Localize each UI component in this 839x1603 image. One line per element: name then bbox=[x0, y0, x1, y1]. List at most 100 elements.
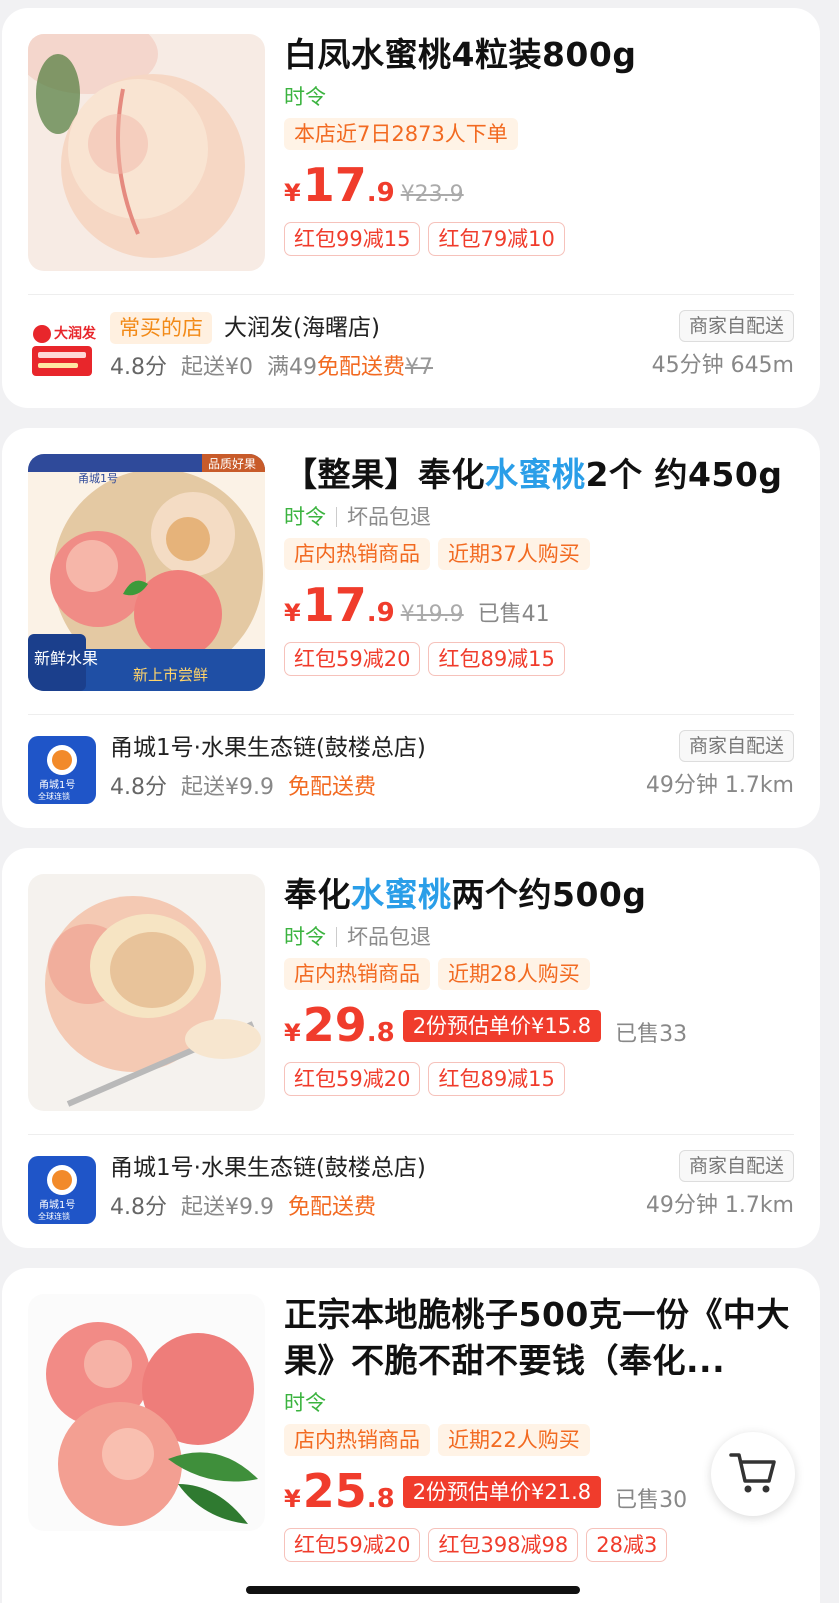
coupon-tag[interactable]: 红包99减15 bbox=[284, 222, 421, 256]
title-part: 【整果】奉化 bbox=[284, 455, 485, 494]
title-part: 奉化 bbox=[284, 875, 351, 914]
logo-text: 甬城1号 bbox=[39, 779, 75, 791]
quality-badge-text: 品质好果 bbox=[208, 457, 256, 471]
title-highlight: 水蜜桃 bbox=[485, 455, 586, 494]
sales-tag: 近期37人购买 bbox=[438, 538, 590, 570]
seasonal-tag: 时令 bbox=[284, 925, 326, 949]
seasonal-tag: 时令 bbox=[284, 85, 326, 109]
currency-symbol: ¥ bbox=[284, 599, 301, 627]
price-integer: 29 bbox=[302, 998, 367, 1052]
store-score: 4.8分 bbox=[110, 1195, 167, 1220]
store-name[interactable]: 甬城1号·水果生态链(鼓楼总店) bbox=[110, 730, 426, 766]
currency-symbol: ¥ bbox=[284, 1485, 301, 1513]
delivery-type-badge: 商家自配送 bbox=[678, 310, 794, 342]
store-logo: 大润发 bbox=[28, 316, 96, 384]
sales-tag: 近期28人购买 bbox=[438, 958, 590, 990]
product-image-peach[interactable] bbox=[28, 1294, 265, 1531]
refund-tag: 坏品包退 bbox=[347, 505, 431, 529]
sold-count: 已售30 bbox=[615, 1488, 688, 1513]
product-title[interactable]: 白凤水蜜桃4粒装800g bbox=[284, 32, 800, 78]
coupon-tag[interactable]: 红包59减20 bbox=[284, 642, 421, 676]
coupon-tag[interactable]: 红包89减15 bbox=[428, 1062, 565, 1096]
price-row: ¥ 29 .8 2份预估单价¥15.8 已售33 bbox=[284, 1000, 800, 1052]
delivery-type-badge: 商家自配送 bbox=[678, 1150, 794, 1182]
hot-tag: 店内热销商品 bbox=[284, 1424, 430, 1456]
price-decimal: .9 bbox=[366, 178, 395, 208]
sales-tag: 本店近7日2873人下单 bbox=[284, 118, 518, 150]
store-row[interactable]: 甬城1号 全球连锁 甬城1号·水果生态链(鼓楼总店) 4.8分 起送¥9.9 免… bbox=[28, 730, 794, 810]
price-integer: 17 bbox=[302, 158, 367, 212]
product-card[interactable]: 正宗本地脆桃子500克一份《中大果》不脆不甜不要钱（奉化... 时令 店内热销商… bbox=[2, 1268, 820, 1603]
price-row: ¥ 17 .9 ¥19.9 已售41 bbox=[284, 580, 800, 632]
product-card[interactable]: 白凤水蜜桃4粒装800g 时令 本店近7日2873人下单 ¥ 17 .9 ¥23… bbox=[2, 8, 820, 408]
product-image-peach[interactable] bbox=[28, 34, 265, 271]
separator bbox=[336, 507, 337, 527]
logo-sub: 全球连锁 bbox=[38, 1211, 70, 1221]
price-decimal: .8 bbox=[366, 1484, 395, 1514]
product-image-peach[interactable] bbox=[28, 874, 265, 1111]
store-name[interactable]: 大润发(海曙店) bbox=[224, 310, 380, 346]
product-title[interactable]: 奉化水蜜桃两个约500g bbox=[284, 872, 800, 918]
delivery-type-badge: 商家自配送 bbox=[678, 730, 794, 762]
separator bbox=[336, 927, 337, 947]
hot-tag: 店内热销商品 bbox=[284, 538, 430, 570]
fee-prefix: 满49 bbox=[267, 355, 317, 380]
logo-sub: 全球连锁 bbox=[38, 791, 70, 801]
often-bought-tag: 常买的店 bbox=[110, 312, 212, 344]
title-part: 两个约500g bbox=[451, 875, 647, 914]
free-delivery: 免配送费 bbox=[317, 355, 406, 380]
home-indicator[interactable] bbox=[246, 1586, 580, 1594]
price-integer: 17 bbox=[302, 578, 367, 632]
coupon-tag[interactable]: 红包89减15 bbox=[428, 642, 565, 676]
store-score: 4.8分 bbox=[110, 355, 167, 380]
delivery-eta: 49分钟 1.7km bbox=[645, 1193, 794, 1218]
coupon-tag[interactable]: 红包59减20 bbox=[284, 1528, 421, 1562]
store-name[interactable]: 甬城1号·水果生态链(鼓楼总店) bbox=[110, 1150, 426, 1186]
title-part: 2个 约450g bbox=[585, 455, 783, 494]
hot-tag: 店内热销商品 bbox=[284, 958, 430, 990]
price-decimal: .9 bbox=[366, 598, 395, 628]
delivery-eta: 45分钟 645m bbox=[651, 353, 794, 378]
divider bbox=[28, 294, 794, 295]
min-order: 起送¥9.9 bbox=[181, 1195, 274, 1220]
min-order: 起送¥0 bbox=[181, 355, 253, 380]
title-highlight: 水蜜桃 bbox=[351, 875, 452, 914]
price-row: ¥ 17 .9 ¥23.9 bbox=[284, 160, 800, 212]
free-delivery: 免配送费 bbox=[288, 775, 377, 800]
store-logo: 甬城1号 全球连锁 bbox=[28, 1156, 96, 1224]
price-decimal: .8 bbox=[366, 1018, 395, 1048]
sold-count: 已售33 bbox=[615, 1022, 688, 1047]
cart-button[interactable] bbox=[711, 1432, 795, 1516]
sold-count: 已售41 bbox=[477, 602, 550, 627]
store-row[interactable]: 甬城1号 全球连锁 甬城1号·水果生态链(鼓楼总店) 4.8分 起送¥9.9 免… bbox=[28, 1150, 794, 1230]
logo-text: 大润发 bbox=[54, 325, 96, 342]
corner-text: 新鲜水果 bbox=[34, 649, 98, 668]
divider bbox=[28, 1134, 794, 1135]
min-order: 起送¥9.9 bbox=[181, 775, 274, 800]
bottom-text: 新上市尝鲜 bbox=[133, 666, 208, 684]
product-card[interactable]: 品质好果 甬城1号 新鲜水果 新上市尝鲜 【整果】奉化水蜜桃2个 约450g 时… bbox=[2, 428, 820, 828]
logo-text: 甬城1号 bbox=[39, 1199, 75, 1211]
sales-tag: 近期22人购买 bbox=[438, 1424, 590, 1456]
coupon-tag[interactable]: 红包79减10 bbox=[428, 222, 565, 256]
original-price: ¥19.9 bbox=[400, 602, 464, 627]
coupon-tag[interactable]: 28减3 bbox=[586, 1528, 668, 1562]
seasonal-tag: 时令 bbox=[284, 505, 326, 529]
coupon-tag[interactable]: 红包59减20 bbox=[284, 1062, 421, 1096]
product-image-peach[interactable]: 品质好果 甬城1号 新鲜水果 新上市尝鲜 bbox=[28, 454, 265, 691]
divider bbox=[28, 714, 794, 715]
store-row[interactable]: 大润发 常买的店 大润发(海曙店) 4.8分 起送¥0 满49 免配送费 ¥7 … bbox=[28, 310, 794, 390]
currency-symbol: ¥ bbox=[284, 1019, 301, 1047]
delivery-eta: 49分钟 1.7km bbox=[645, 773, 794, 798]
store-logo: 甬城1号 全球连锁 bbox=[28, 736, 96, 804]
estimated-unit-price: 2份预估单价¥15.8 bbox=[402, 1010, 602, 1042]
original-price: ¥23.9 bbox=[400, 182, 464, 207]
refund-tag: 坏品包退 bbox=[347, 925, 431, 949]
currency-symbol: ¥ bbox=[284, 179, 301, 207]
product-card[interactable]: 奉化水蜜桃两个约500g 时令 坏品包退 店内热销商品 近期28人购买 ¥ 29… bbox=[2, 848, 820, 1248]
product-title[interactable]: 正宗本地脆桃子500克一份《中大果》不脆不甜不要钱（奉化... bbox=[284, 1292, 800, 1384]
coupon-tag[interactable]: 红包398减98 bbox=[428, 1528, 579, 1562]
cart-icon bbox=[728, 1449, 778, 1499]
product-title[interactable]: 【整果】奉化水蜜桃2个 约450g bbox=[284, 452, 800, 498]
brand-text: 甬城1号 bbox=[78, 472, 118, 485]
